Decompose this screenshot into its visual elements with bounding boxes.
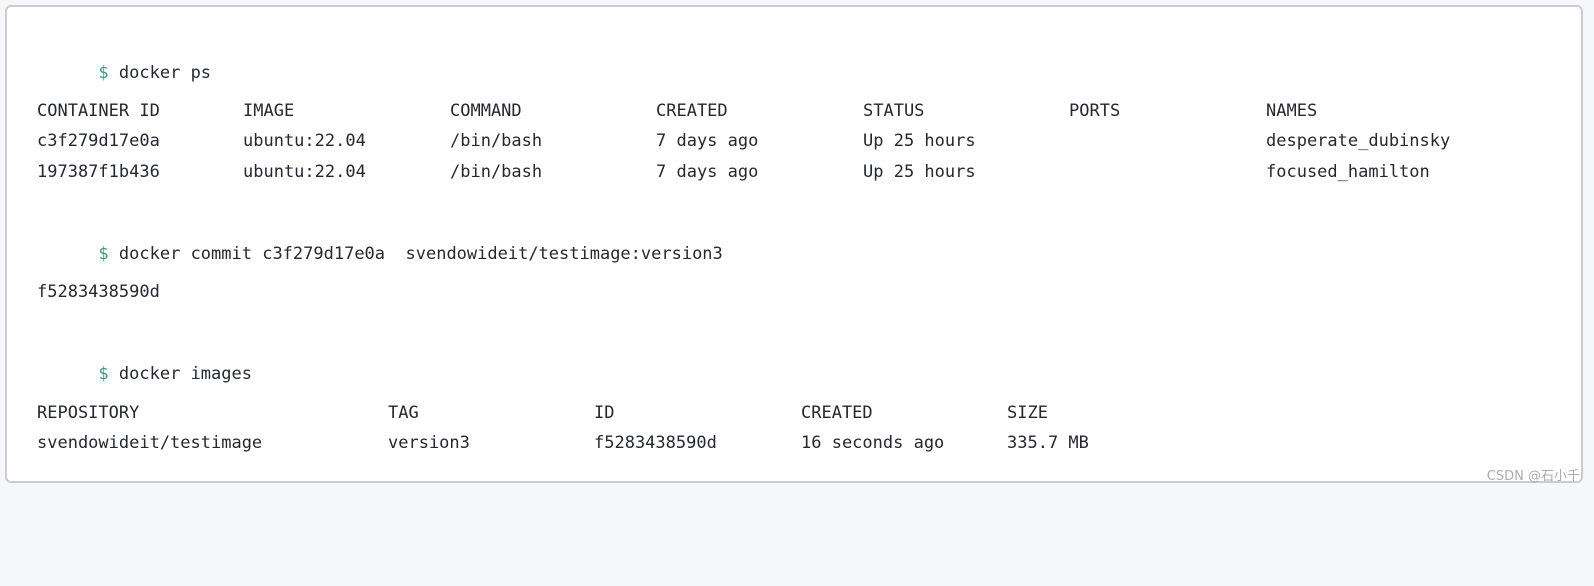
header-names: NAMES — [1266, 100, 1317, 122]
names: desperate_dubinsky — [1266, 130, 1450, 152]
prompt-symbol: $ — [98, 63, 108, 83]
header-size: SIZE — [1007, 402, 1048, 424]
created: 7 days ago — [656, 161, 758, 183]
ps-table-header: CONTAINER ID IMAGE COMMAND CREATED STATU… — [37, 100, 1537, 122]
image-id: f5283438590d — [594, 432, 717, 454]
repository: svendowideit/testimage — [37, 432, 262, 454]
watermark: CSDN @石小千 — [1487, 465, 1580, 484]
header-created: CREATED — [801, 402, 873, 424]
image: ubuntu:22.04 — [243, 130, 366, 152]
ps-table-row: 197387f1b436 ubuntu:22.04 /bin/bash 7 da… — [37, 161, 1537, 183]
images-table-header: REPOSITORY TAG ID CREATED SIZE — [37, 402, 1537, 424]
code-block: $ docker ps CONTAINER ID IMAGE COMMAND C… — [5, 5, 1583, 483]
command: /bin/bash — [450, 161, 542, 183]
command: /bin/bash — [450, 130, 542, 152]
tag: version3 — [388, 432, 470, 454]
command-line-images: $ docker images — [37, 341, 252, 363]
created: 16 seconds ago — [801, 432, 944, 454]
header-container-id: CONTAINER ID — [37, 100, 160, 122]
names: focused_hamilton — [1266, 161, 1430, 183]
header-image: IMAGE — [243, 100, 294, 122]
command-text: docker images — [119, 364, 252, 384]
command-text: docker commit c3f279d17e0a svendowideit/… — [119, 244, 723, 264]
command-line-commit: $ docker commit c3f279d17e0a svendowidei… — [37, 221, 723, 243]
command-text: docker ps — [119, 63, 211, 83]
images-table-row: svendowideit/testimage version3 f5283438… — [37, 432, 1537, 454]
status: Up 25 hours — [863, 161, 976, 183]
image: ubuntu:22.04 — [243, 161, 366, 183]
command-line-ps: $ docker ps — [37, 40, 211, 62]
container-id: 197387f1b436 — [37, 161, 160, 183]
container-id: c3f279d17e0a — [37, 130, 160, 152]
size: 335.7 MB — [1007, 432, 1089, 454]
prompt-symbol: $ — [98, 364, 108, 384]
header-command: COMMAND — [450, 100, 522, 122]
header-created: CREATED — [656, 100, 728, 122]
header-id: ID — [594, 402, 614, 424]
header-repository: REPOSITORY — [37, 402, 139, 424]
ps-table-row: c3f279d17e0a ubuntu:22.04 /bin/bash 7 da… — [37, 130, 1537, 152]
prompt-symbol: $ — [98, 244, 108, 264]
header-tag: TAG — [388, 402, 419, 424]
status: Up 25 hours — [863, 130, 976, 152]
header-status: STATUS — [863, 100, 924, 122]
commit-output: f5283438590d — [37, 281, 160, 303]
created: 7 days ago — [656, 130, 758, 152]
header-ports: PORTS — [1069, 100, 1120, 122]
